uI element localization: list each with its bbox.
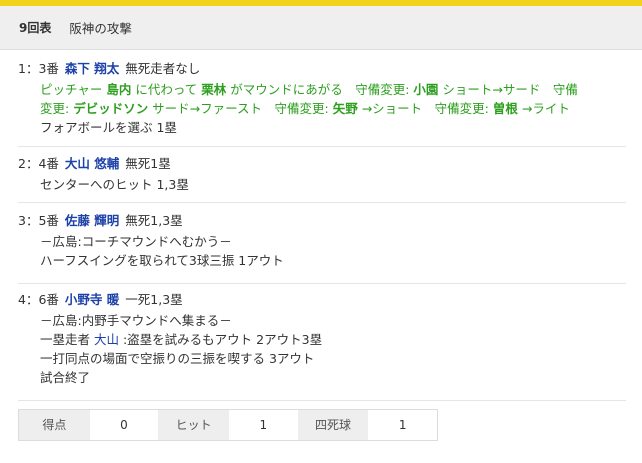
divider — [18, 146, 626, 147]
player-name: 小園 — [413, 82, 439, 97]
play-by-play-panel: 9回表 阪神の攻撃 1：3番 森下 翔太 無死走者なし ピッチャー 島内 に代わって… — [0, 0, 642, 463]
batter-line: 4：6番 小野寺 暖一死1,3塁 — [18, 289, 626, 311]
play-note: －広島:コーチマウンドへむかう－ — [40, 234, 232, 249]
batter-name: 佐藤 輝明 — [64, 213, 120, 228]
play-number: 3：5番 — [18, 213, 59, 228]
walks-value: 1 — [368, 410, 437, 440]
play-item: 1：3番 森下 翔太 無死走者なし ピッチャー 島内 に代わって 栗林 がマウンドに… — [18, 58, 626, 137]
substitution-line: 変更: デビッドソン サード→ファースト 守備変更: 矢野 →ショート 守備変更… — [18, 99, 626, 118]
player-name: 矢野 — [332, 101, 358, 116]
steal-prefix: 一塁走者 — [40, 332, 94, 347]
player-name: 島内 — [106, 82, 132, 97]
play-result: フォアボールを選ぶ 1塁 — [40, 120, 177, 135]
inning-header: 9回表 阪神の攻撃 — [0, 6, 642, 50]
batter-line: 2：4番 大山 悠輔 無死1塁 — [18, 153, 626, 175]
inning-stats-table: 得点 0 ヒット 1 四死球 1 — [18, 409, 438, 441]
attack-team-label: 阪神の攻撃 — [69, 21, 132, 36]
play-item: 3：5番 佐藤 輝明 無死1,3塁 －広島:コーチマウンドへむかう－ ハーフスイング… — [18, 210, 626, 270]
substitution-text: →ショート 守備変更: — [357, 101, 493, 116]
play-item: 4：6番 小野寺 暖一死1,3塁 －広島:内野手マウンドへ集まる－ 一塁走者 大山… — [18, 289, 626, 387]
substitution-text: がマウンドにあがる 守備変更: — [226, 82, 414, 97]
runs-label: 得点 — [19, 410, 90, 440]
play-number: 4：6番 — [18, 292, 59, 307]
substitution-text: ピッチャー — [40, 82, 107, 97]
substitution-text: ショート→サード 守備 — [438, 82, 578, 97]
play-result: ハーフスイングを取られて3球三振 1アウト — [40, 253, 284, 268]
substitution-line: ピッチャー 島内 に代わって 栗林 がマウンドにあがる 守備変更: 小園 ショー… — [18, 80, 626, 99]
play-number: 2：4番 — [18, 156, 59, 171]
player-name: 栗林 — [201, 82, 227, 97]
steal-line: 一塁走者 大山 :盗塁を試みるもアウト 2アウト3塁 — [18, 330, 626, 349]
play-number: 1：3番 — [18, 61, 59, 76]
inning-label: 9回表 — [19, 21, 52, 35]
player-name: 曽根 — [492, 101, 518, 116]
batter-line: 1：3番 森下 翔太 無死走者なし — [18, 58, 626, 80]
walks-label: 四死球 — [297, 410, 369, 440]
runs-value: 0 — [89, 410, 159, 440]
divider — [18, 400, 626, 401]
divider — [18, 202, 626, 203]
batter-line: 3：5番 佐藤 輝明 無死1,3塁 — [18, 210, 626, 232]
substitution-text: 変更: — [40, 101, 74, 116]
base-situation: 無死走者なし — [125, 61, 201, 76]
batter-name: 小野寺 暖 — [64, 292, 120, 307]
player-name: デビッドソン — [73, 101, 149, 116]
base-situation: 無死1,3塁 — [125, 213, 183, 228]
play-item: 2：4番 大山 悠輔 無死1塁 センターへのヒット 1,3塁 — [18, 153, 626, 194]
batter-name: 森下 翔太 — [64, 61, 120, 76]
base-situation: 一死1,3塁 — [125, 292, 183, 307]
steal-result: :盗塁を試みるもアウト 2アウト3塁 — [119, 332, 323, 347]
hits-value: 1 — [228, 410, 298, 440]
play-result: センターへのヒット 1,3塁 — [40, 177, 189, 192]
runner-name: 大山 — [93, 332, 119, 347]
batter-name: 大山 悠輔 — [64, 156, 120, 171]
substitution-text: に代わって — [131, 82, 202, 97]
play-result: 一打同点の場面で空振りの三振を喫する 3アウト — [40, 351, 315, 366]
play-note: －広島:内野手マウンドへ集まる－ — [40, 313, 232, 328]
base-situation: 無死1塁 — [125, 156, 171, 171]
substitution-text: →ライト — [517, 101, 570, 116]
substitution-text: サード→ファースト 守備変更: — [148, 101, 333, 116]
game-end: 試合終了 — [40, 370, 91, 385]
divider — [18, 283, 626, 284]
hits-label: ヒット — [158, 410, 229, 440]
